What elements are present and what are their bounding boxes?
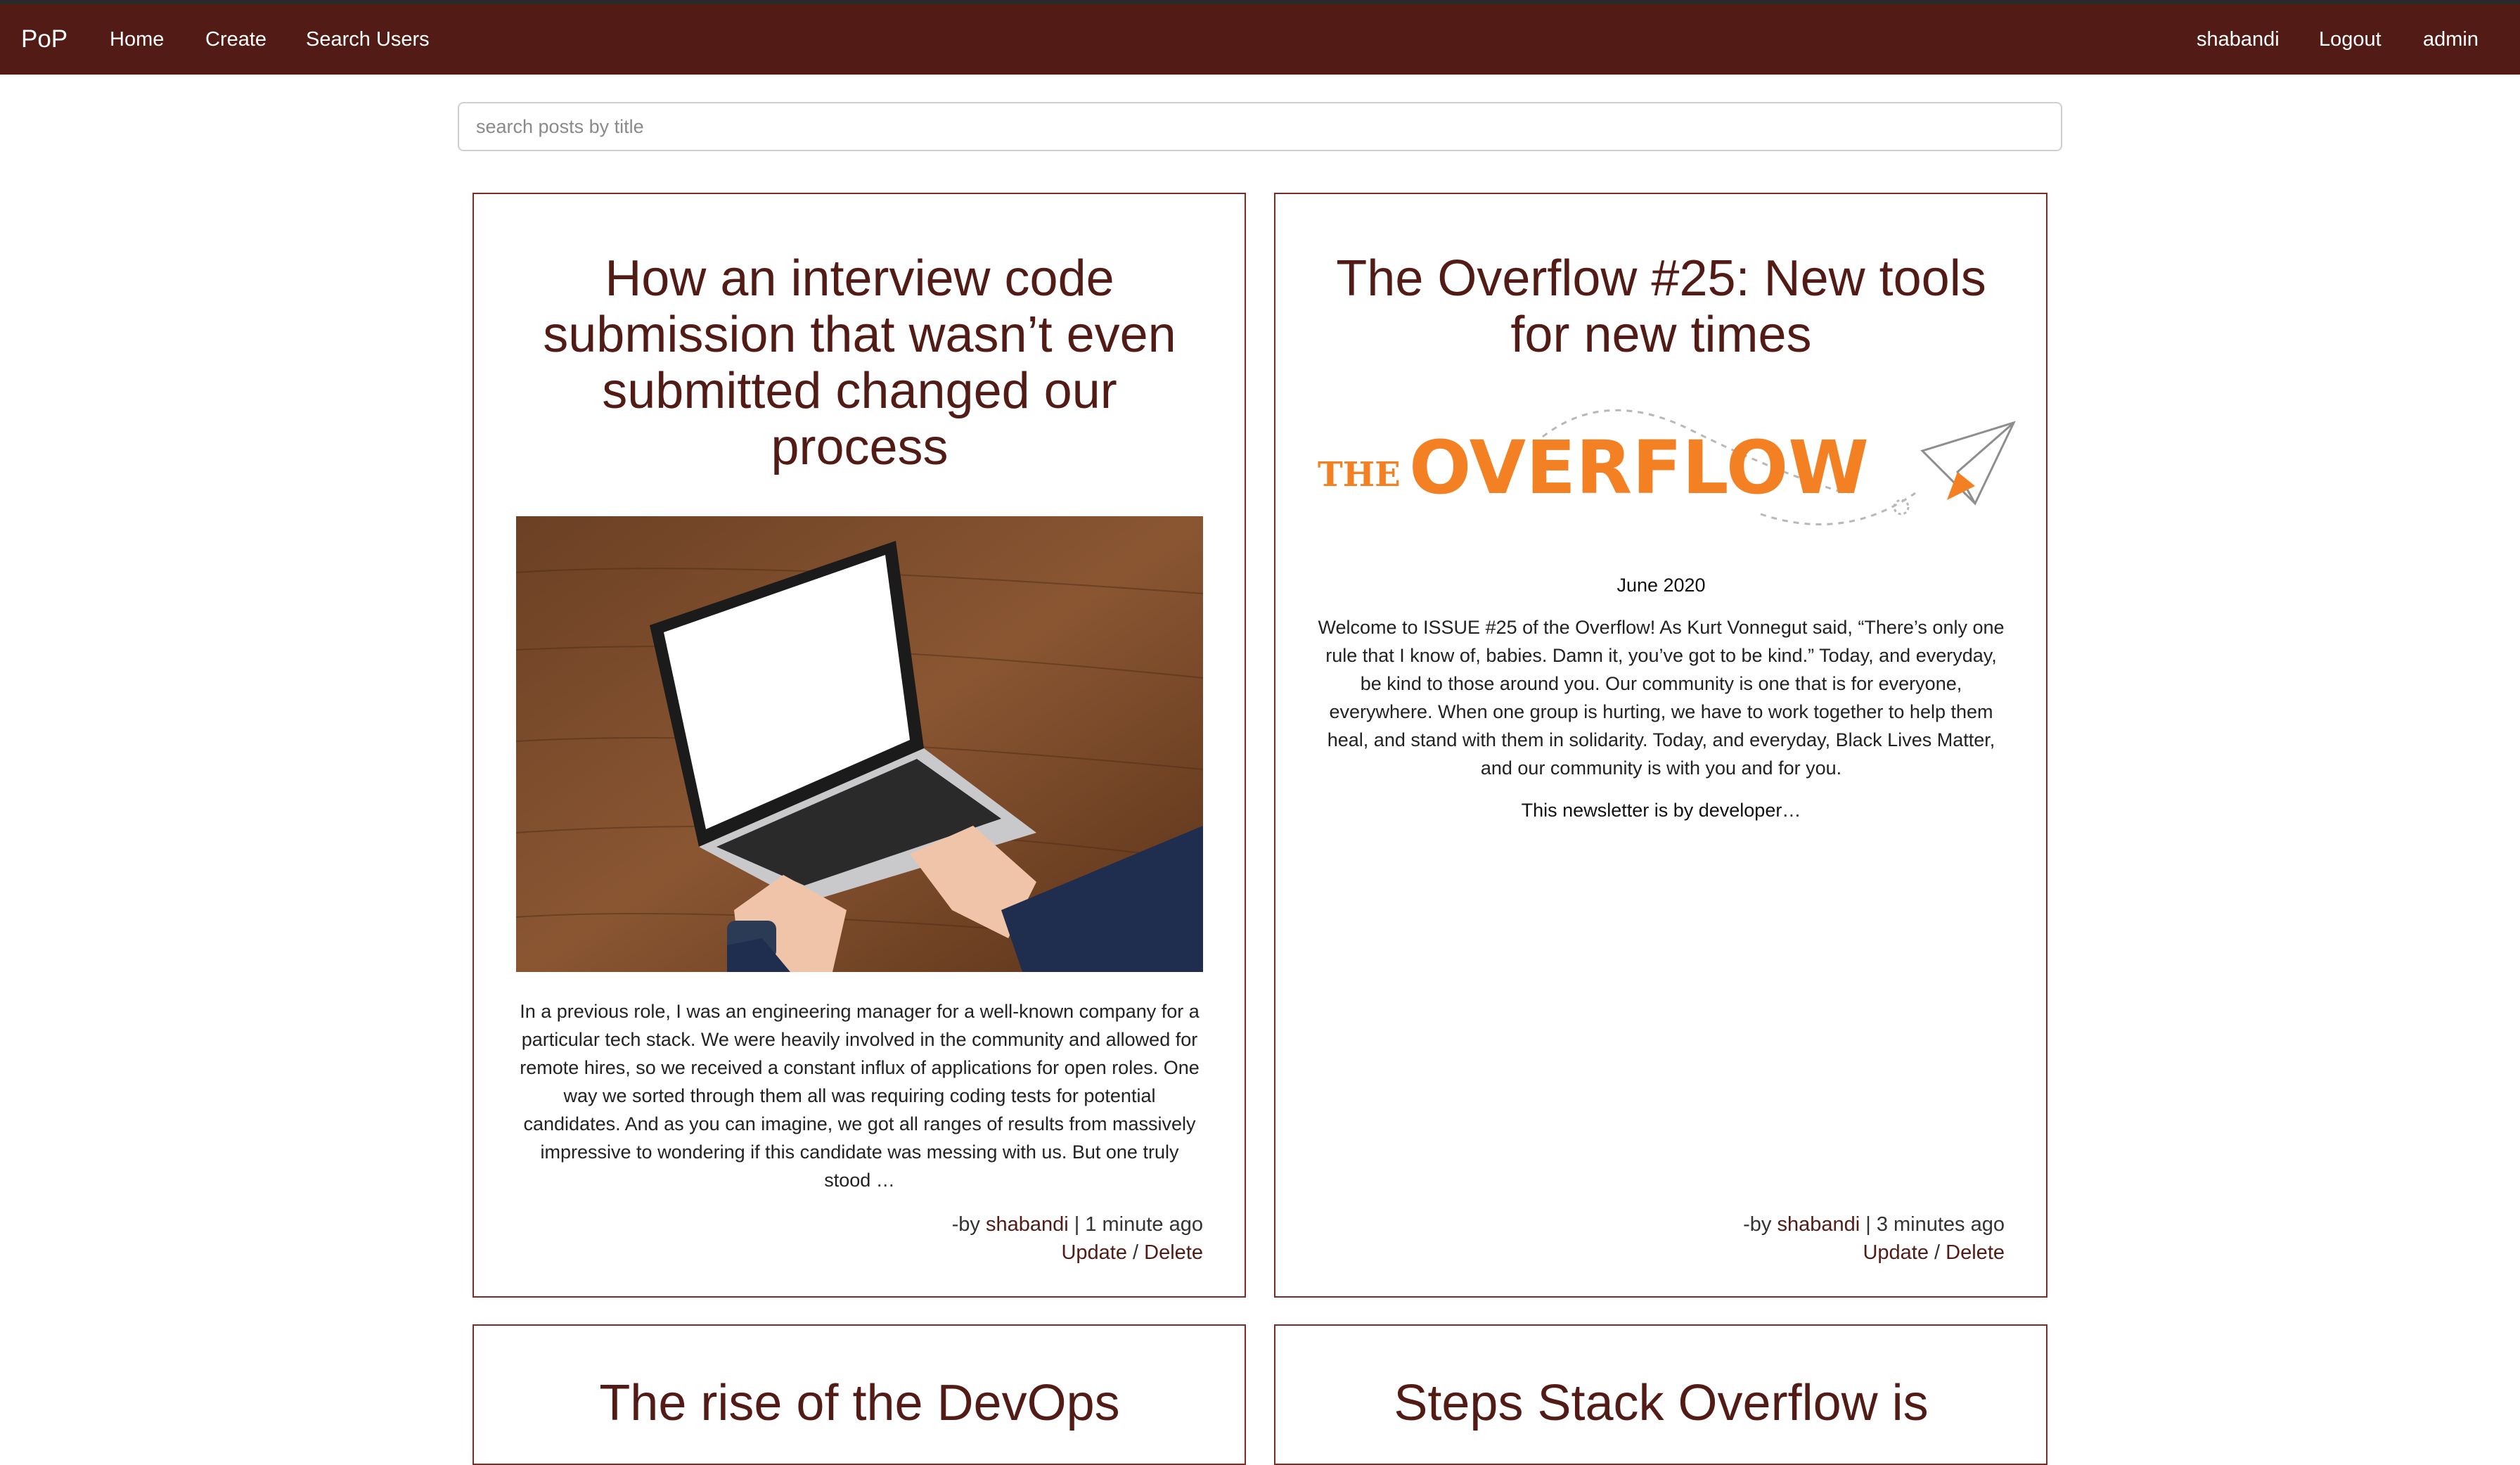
paper-plane-icon [1920, 421, 2016, 506]
post-meta: -by shabandi | 1 minute ago [516, 1210, 1203, 1239]
search-posts-input[interactable] [458, 102, 2062, 151]
post-time: 1 minute ago [1085, 1213, 1203, 1236]
delete-link[interactable]: Delete [1946, 1241, 2005, 1264]
meta-separator: | [1865, 1213, 1871, 1236]
post-meta: -by shabandi | 3 minutes ago [1318, 1210, 2005, 1239]
post-excerpt-continued: This newsletter is by developer… [1521, 800, 1801, 821]
nav-home-link[interactable]: Home [110, 4, 164, 75]
laptop-on-desk-image [516, 516, 1203, 972]
actions-separator: / [1934, 1241, 1941, 1264]
post-date: June 2020 [1616, 575, 1706, 596]
post-time: 3 minutes ago [1876, 1213, 2005, 1236]
post-actions: Update / Delete [516, 1239, 1203, 1267]
post-card: The rise of the DevOps [472, 1324, 1246, 1465]
brand-link[interactable]: PoP [21, 4, 68, 75]
logo-the-text: THE [1318, 455, 1401, 494]
post-excerpt: Welcome to ISSUE #25 of the Overflow! As… [1318, 617, 2005, 779]
top-navbar: PoP Home Create Search Users shabandi Lo… [0, 4, 2520, 75]
delete-link[interactable]: Delete [1144, 1241, 1203, 1264]
nav-username-link[interactable]: shabandi [2197, 4, 2280, 75]
logo-overflow-text: OVERFLOW [1409, 425, 1869, 511]
author-link[interactable]: shabandi [1777, 1213, 1860, 1236]
by-prefix: -by [951, 1213, 980, 1236]
post-title[interactable]: Steps Stack Overflow is [1304, 1375, 2019, 1431]
by-prefix: -by [1743, 1213, 1772, 1236]
post-card: The Overflow #25: New tools for new time… [1274, 193, 2048, 1298]
post-card: How an interview code submission that wa… [472, 193, 1246, 1298]
nav-logout-link[interactable]: Logout [2319, 4, 2381, 75]
author-link[interactable]: shabandi [986, 1213, 1069, 1236]
post-excerpt: In a previous role, I was an engineering… [520, 1001, 1200, 1191]
nav-create-link[interactable]: Create [205, 4, 266, 75]
nav-search-users-link[interactable]: Search Users [306, 4, 430, 75]
meta-separator: | [1074, 1213, 1080, 1236]
update-link[interactable]: Update [1061, 1241, 1127, 1264]
nav-admin-link[interactable]: admin [2423, 4, 2479, 75]
actions-separator: / [1133, 1241, 1139, 1264]
post-actions: Update / Delete [1318, 1239, 2005, 1267]
search-bar [458, 102, 2062, 151]
post-card: Steps Stack Overflow is [1274, 1324, 2048, 1465]
post-title[interactable]: How an interview code submission that wa… [516, 250, 1203, 475]
post-title[interactable]: The rise of the DevOps [502, 1375, 1217, 1431]
the-overflow-logo: THE OVERFLOW [1318, 409, 2016, 526]
update-link[interactable]: Update [1863, 1241, 1929, 1264]
post-title[interactable]: The Overflow #25: New tools for new time… [1318, 250, 2005, 363]
